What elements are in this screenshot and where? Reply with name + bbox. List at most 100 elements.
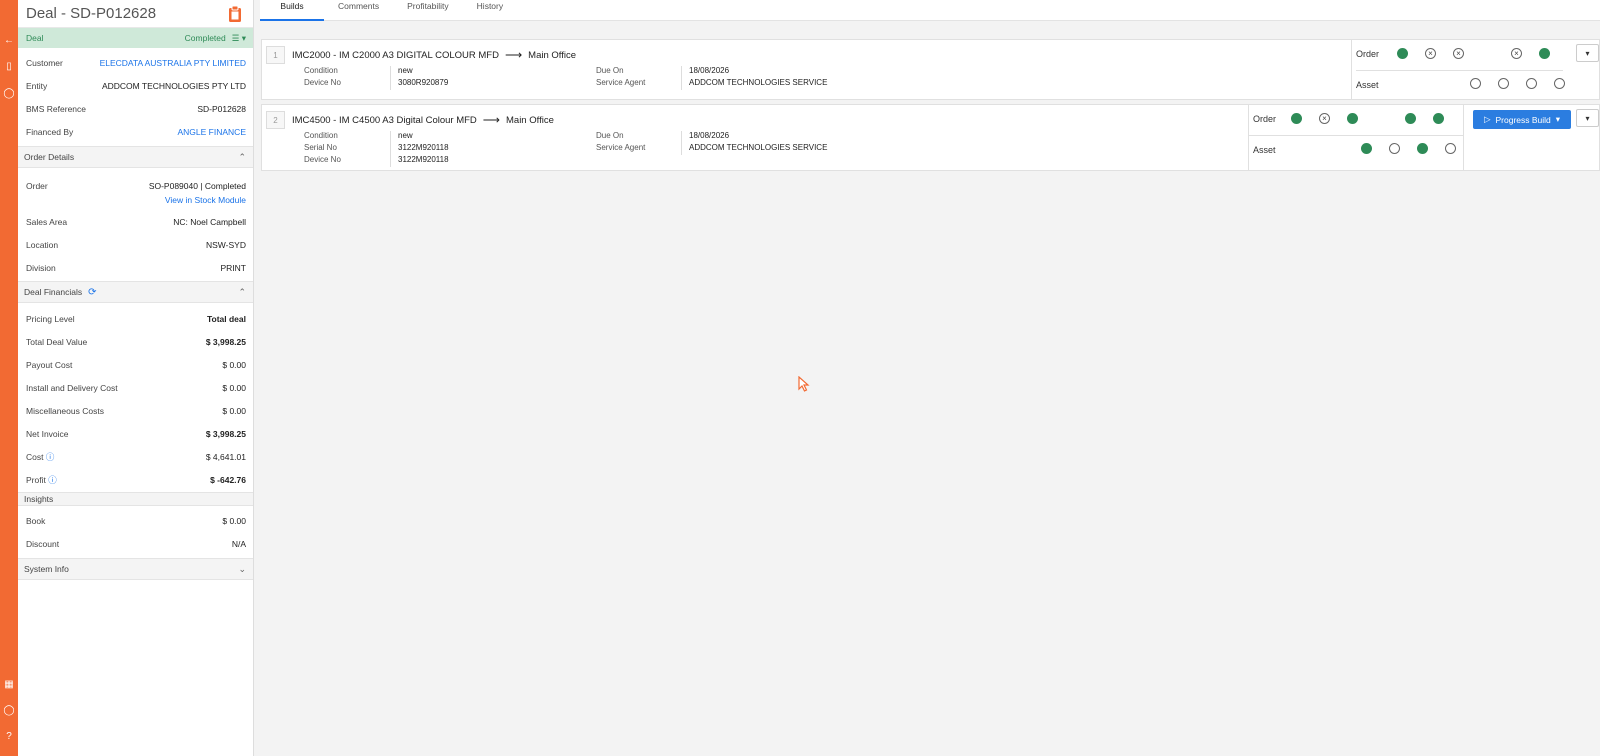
- asset-status-label: Asset: [1253, 145, 1276, 155]
- row-value: $ -642.76: [210, 474, 246, 485]
- entity-row: Entity ADDCOM TECHNOLOGIES PTY LTD: [18, 74, 253, 97]
- status-dot: [1347, 113, 1358, 124]
- row-value: Total deal: [206, 313, 246, 324]
- order-label: Order: [26, 181, 48, 191]
- location-value: NSW-SYD: [206, 239, 246, 250]
- system-info-header[interactable]: System Info ⌄: [18, 558, 253, 580]
- section-title: Deal Financials: [24, 287, 83, 297]
- tab-builds[interactable]: Builds: [260, 0, 324, 21]
- order-status-label: Order: [1253, 114, 1277, 124]
- status-dot: [1433, 113, 1444, 124]
- order-details-header[interactable]: Order Details ⌃: [18, 146, 253, 168]
- help-icon[interactable]: ?: [0, 728, 18, 744]
- sales-area-value: NC: Noel Campbell: [173, 216, 246, 227]
- profile-icon[interactable]: ◯: [0, 702, 18, 718]
- status-dot: [1397, 48, 1408, 59]
- build-title[interactable]: IMC2000 - IM C2000 A3 DIGITAL COLOUR MFD…: [292, 48, 576, 62]
- condition-label: Condition: [304, 131, 338, 140]
- clipboard-icon[interactable]: ▯: [0, 58, 18, 74]
- deal-label: Deal: [26, 33, 44, 43]
- row-label: Total Deal Value: [26, 336, 88, 347]
- build-product: IMC4500 - IM C4500 A3 Digital Colour MFD: [292, 114, 477, 126]
- row-label: Payout Cost: [26, 359, 73, 370]
- row-label: Pricing Level: [26, 313, 75, 324]
- tab-comments[interactable]: Comments: [324, 0, 393, 21]
- sales-area-row: Sales Area NC: Noel Campbell: [18, 210, 253, 233]
- progress-build-label: Progress Build: [1495, 114, 1551, 125]
- arrow-right-icon: ⟶: [482, 113, 500, 127]
- info-icon[interactable]: ⓘ: [46, 452, 55, 462]
- user-icon[interactable]: ◯: [0, 85, 18, 101]
- device-value: 3122M920118: [398, 155, 449, 164]
- division-label: Division: [26, 262, 56, 273]
- customer-link[interactable]: ELECDATA AUSTRALIA PTY LIMITED: [100, 58, 246, 68]
- build-card: 1 IMC2000 - IM C2000 A3 DIGITAL COLOUR M…: [261, 39, 1600, 100]
- stock-link-row: View in Stock Module: [18, 193, 253, 207]
- discount-row: Discount N/A: [18, 532, 253, 555]
- info-icon[interactable]: ⓘ: [48, 475, 57, 485]
- chevron-up-icon: ⌃: [238, 286, 246, 297]
- status-dot: [1539, 48, 1550, 59]
- status-dot: [1405, 113, 1416, 124]
- status-x-icon: ×: [1453, 48, 1464, 59]
- bms-value: SD-P012628: [197, 103, 246, 114]
- row-label: Miscellaneous Costs: [26, 405, 104, 416]
- condition-label: Condition: [304, 66, 338, 75]
- build-dropdown-button[interactable]: ▾: [1576, 109, 1599, 127]
- status-dot-empty: [1389, 143, 1400, 154]
- grid-icon[interactable]: ▦: [0, 676, 18, 692]
- panel-header: Deal - SD-P012628: [18, 0, 253, 28]
- row-label: Install and Delivery Cost: [26, 382, 118, 393]
- build-dropdown-button[interactable]: ▾: [1576, 44, 1599, 62]
- clipboard-icon[interactable]: [227, 5, 243, 23]
- list-item: Pricing Level Total deal: [18, 307, 253, 330]
- divider: [1249, 135, 1463, 136]
- status-x-icon: ×: [1511, 48, 1522, 59]
- row-label: Net Invoice: [26, 428, 69, 439]
- build-title[interactable]: IMC4500 - IM C4500 A3 Digital Colour MFD…: [292, 113, 554, 127]
- list-menu-icon[interactable]: ☰ ▾: [232, 33, 246, 44]
- book-label: Book: [26, 515, 46, 526]
- order-value: SO-P089040 | Completed: [148, 181, 246, 191]
- chevron-down-icon: ⌄: [238, 563, 246, 574]
- deal-financials-header[interactable]: Deal Financials ⟳ ⌃: [18, 281, 253, 303]
- device-value: 3080R920879: [398, 78, 449, 87]
- condition-value: new: [398, 131, 413, 140]
- refresh-icon[interactable]: ⟳: [88, 287, 96, 298]
- financials-list: Pricing Level Total deal Total Deal Value…: [18, 303, 253, 491]
- chevron-down-icon[interactable]: ▾: [1556, 114, 1560, 125]
- division-value: PRINT: [220, 262, 247, 273]
- status-x-icon: ×: [1319, 113, 1330, 124]
- financed-label: Financed By: [26, 126, 74, 137]
- agent-value: ADDCOM TECHNOLOGIES SERVICE: [689, 143, 828, 152]
- deal-status: Completed: [184, 33, 226, 43]
- row-label: Profit: [26, 474, 46, 485]
- due-value: 18/08/2026: [689, 131, 730, 140]
- insights-header: Insights: [18, 492, 253, 506]
- discount-value: N/A: [231, 538, 246, 549]
- divider: [390, 66, 391, 90]
- view-stock-link[interactable]: View in Stock Module: [165, 195, 246, 205]
- row-label: Cost: [26, 451, 44, 462]
- section-title: System Info: [24, 564, 69, 574]
- serial-value: 3122M920118: [398, 143, 449, 152]
- divider: [681, 131, 682, 155]
- tab-history[interactable]: History: [463, 0, 517, 21]
- agent-value: ADDCOM TECHNOLOGIES SERVICE: [689, 78, 828, 87]
- financed-link[interactable]: ANGLE FINANCE: [178, 127, 247, 137]
- sales-area-label: Sales Area: [26, 216, 68, 227]
- build-card: 2 IMC4500 - IM C4500 A3 Digital Colour M…: [261, 104, 1600, 171]
- tab-profitability[interactable]: Profitability: [393, 0, 463, 21]
- order-status-label: Order: [1356, 49, 1380, 59]
- row-value: $ 3,998.25: [205, 336, 246, 347]
- status-dot-empty: [1470, 78, 1481, 89]
- mouse-cursor-icon: [798, 376, 810, 392]
- location-row: Location NSW-SYD: [18, 233, 253, 256]
- bms-label: BMS Reference: [26, 103, 86, 114]
- row-value: $ 0.00: [222, 382, 246, 393]
- back-arrow-icon[interactable]: ←: [0, 32, 18, 48]
- list-item: Profit ⓘ $ -642.76: [18, 468, 253, 491]
- divider: [681, 66, 682, 90]
- status-dot: [1417, 143, 1428, 154]
- progress-build-button[interactable]: ▷ Progress Build ▾: [1473, 110, 1571, 129]
